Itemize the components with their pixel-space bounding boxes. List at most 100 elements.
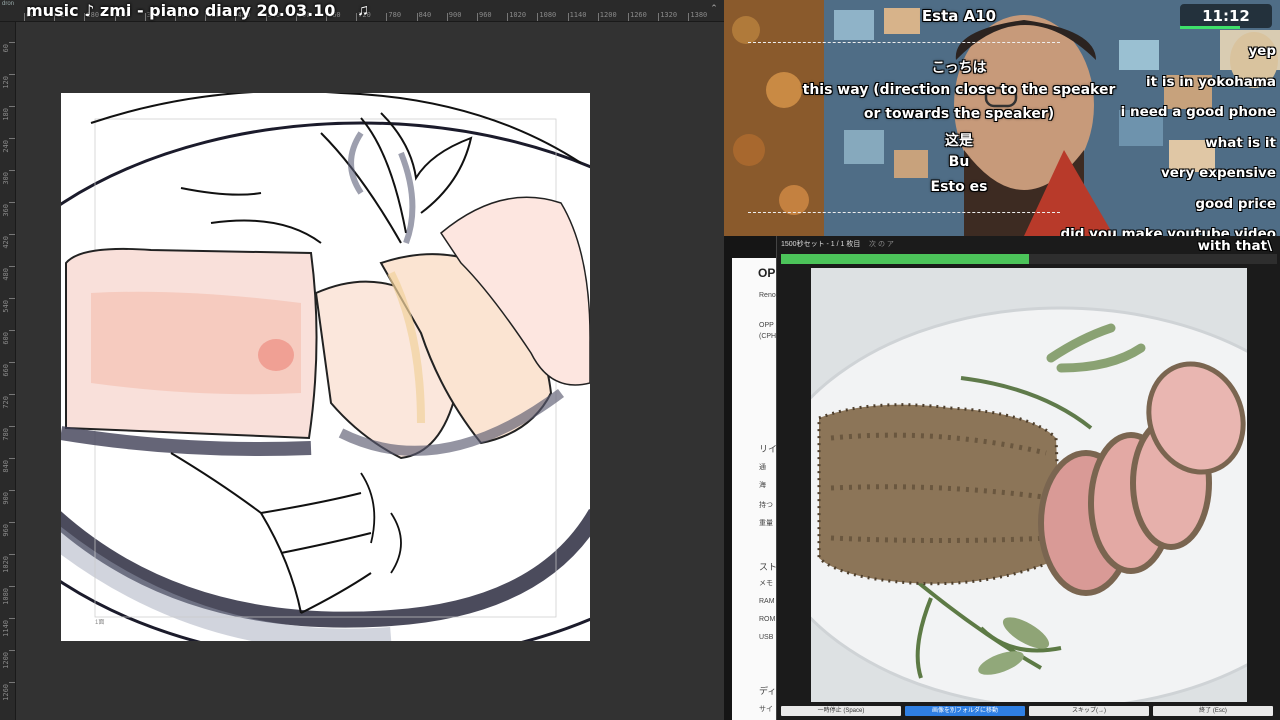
ruler-tick xyxy=(9,682,15,683)
ruler-label: 1080 xyxy=(539,11,557,19)
brand-logo: OP xyxy=(758,266,776,280)
screen: 60 120 180 240 300 360 420 480 540 600 660 720 780 84… xyxy=(0,0,1280,720)
ruler-tick xyxy=(446,13,448,21)
ruler-label: 840 xyxy=(418,11,432,19)
page-text: リイ xyxy=(759,444,778,454)
ruler-tick xyxy=(628,13,629,21)
ruler-tick xyxy=(9,330,15,331)
ruler-label: 780 xyxy=(388,11,402,19)
ruler-label: 120 xyxy=(2,76,10,89)
pause-button[interactable]: 一時停止 (Space) xyxy=(781,706,901,716)
chat-message: it is in yokohama xyxy=(1146,73,1276,90)
stream-panel: Esta A10 こっちは this way (direction close … xyxy=(724,0,1280,720)
ruler-tick xyxy=(386,13,388,21)
page-text: ディ xyxy=(759,686,777,696)
ruler-label: 420 xyxy=(2,236,10,249)
ruler-label: 720 xyxy=(2,396,10,409)
viewer-title: 1500秒セット - 1 / 1 枚目 xyxy=(781,241,861,248)
ruler-label: 1200 xyxy=(2,652,10,669)
ruler-tick xyxy=(477,13,478,21)
ruler-label: 780 xyxy=(2,428,10,441)
chat-message: what is it xyxy=(1205,134,1276,151)
ruler-vertical: 60 120 180 240 300 360 420 480 540 600 660 720 780 84… xyxy=(0,22,16,720)
ruler-tick xyxy=(9,586,15,587)
chat-message: yep xyxy=(1248,43,1276,59)
canvas-mark: 1面 xyxy=(95,620,105,626)
page-text: メモ xyxy=(759,580,773,587)
ruler-label: 60 xyxy=(2,44,10,53)
timer-progress-track xyxy=(781,254,1277,264)
ruler-label: 1260 xyxy=(2,684,10,701)
page-text: Reno xyxy=(759,292,776,299)
ruler-tick xyxy=(9,618,15,619)
ruler-label: 600 xyxy=(2,332,10,345)
ruler-tick xyxy=(9,362,15,363)
ruler-label: 840 xyxy=(2,460,10,473)
ruler-tick xyxy=(9,138,15,139)
music-title-overlay: music ♪ zmi - piano diary 20.03.10 xyxy=(26,1,336,20)
stream-clock: 11:12 xyxy=(1180,4,1272,28)
illustration-sketch xyxy=(61,93,590,641)
ruler-tick xyxy=(9,234,15,235)
ruler-label: 900 xyxy=(448,11,462,19)
chat-message: did you make youtube video xyxy=(1060,226,1276,236)
ruler-tick xyxy=(597,13,599,21)
ruler-label: 1080 xyxy=(2,588,10,605)
reference-photo xyxy=(811,268,1247,702)
music-note-icon: ♫ xyxy=(357,2,369,19)
ruler-label: 180 xyxy=(2,108,10,121)
ruler-label: 1320 xyxy=(660,11,678,19)
ruler-label: 1380 xyxy=(690,11,708,19)
viewer-next-label: 次 の ア xyxy=(869,241,894,248)
timer-progress-fill xyxy=(781,254,1029,264)
page-text: ROM xyxy=(759,616,776,623)
document-tab[interactable]: dron xyxy=(2,1,24,9)
ruler-tick xyxy=(567,13,569,21)
ruler-tick xyxy=(537,13,539,21)
page-text: 重量 xyxy=(759,520,773,527)
ruler-label: 900 xyxy=(2,492,10,505)
ruler-tick xyxy=(9,458,15,459)
ruler-label: 240 xyxy=(2,140,10,153)
roast-pork-photo xyxy=(811,268,1247,702)
ruler-tick xyxy=(9,74,15,75)
ruler-tick xyxy=(9,298,15,299)
ruler-tick xyxy=(658,13,660,21)
collapse-icon[interactable]: ⌃ xyxy=(708,3,720,15)
chat-message: i need a good phone xyxy=(1120,104,1276,120)
ruler-tick xyxy=(688,13,690,21)
move-image-button[interactable]: 画像を別フォルダに移動 xyxy=(905,706,1025,716)
reference-viewer: 1500秒セット - 1 / 1 枚目 次 の ア 一時停止 (Space) 画… xyxy=(776,236,1280,720)
page-text: 持つ xyxy=(759,502,773,509)
ruler-label: 1200 xyxy=(599,11,617,19)
ruler-label: 960 xyxy=(479,11,492,19)
ruler-label: 1140 xyxy=(2,620,10,637)
page-text: OPP xyxy=(759,322,774,329)
ruler-tick xyxy=(9,42,15,43)
skip-button[interactable]: スキップ(→) xyxy=(1029,706,1149,716)
clock-progress-bar xyxy=(1180,26,1240,29)
ruler-label: 1260 xyxy=(630,11,647,19)
page-text: 海 xyxy=(759,482,766,489)
ruler-tick xyxy=(9,170,15,171)
ruler-label: 660 xyxy=(2,364,10,377)
ruler-tick xyxy=(507,13,509,21)
ruler-tick xyxy=(9,490,15,491)
chat-message: very expensive xyxy=(1160,165,1276,181)
webcam-feed: Esta A10 こっちは this way (direction close … xyxy=(724,0,1280,236)
ruler-tick xyxy=(9,522,15,523)
page-text: USB xyxy=(759,634,774,641)
viewer-controls: 一時停止 (Space) 画像を別フォルダに移動 スキップ(→) 終了 (Esc… xyxy=(781,704,1277,718)
subtitle-line-1: Esta A10 xyxy=(921,7,997,25)
drawing-canvas[interactable]: 1面 xyxy=(61,93,590,641)
ruler-label: 360 xyxy=(2,204,10,217)
page-text: (CPH xyxy=(759,333,777,340)
quit-button[interactable]: 終了 (Esc) xyxy=(1153,706,1273,716)
ruler-label: 300 xyxy=(2,172,10,185)
drawing-app: 60 120 180 240 300 360 420 480 540 600 660 720 780 84… xyxy=(0,0,724,720)
ruler-tick xyxy=(416,13,418,21)
ruler-tick xyxy=(9,554,15,555)
chat-overlay: yep it is in yokohama i need a good phon… xyxy=(976,36,1276,236)
ruler-tick xyxy=(9,106,15,107)
ruler-label: 1020 xyxy=(2,556,10,573)
